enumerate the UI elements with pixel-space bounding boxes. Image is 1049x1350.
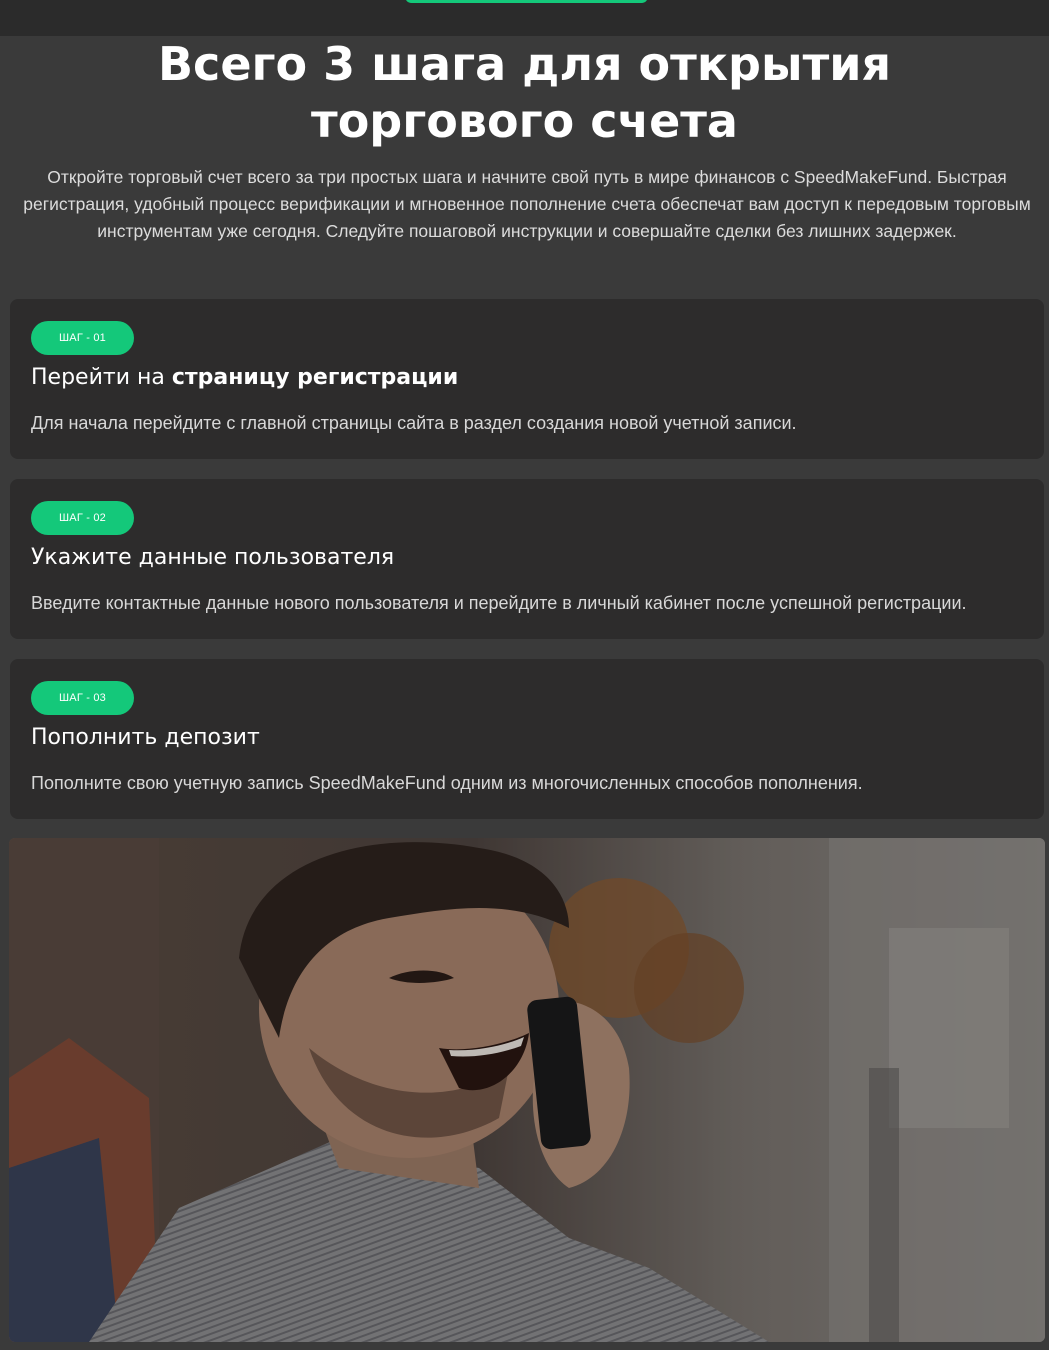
step-title-regular: Укажите данные пользователя: [31, 545, 395, 570]
step-title: Перейти на страницу регистрации: [31, 363, 458, 393]
man-on-phone-photo: [9, 838, 1045, 1342]
step-title-regular: Перейти на: [31, 365, 172, 390]
step-title: Укажите данные пользователя: [31, 543, 394, 573]
header-cta-button[interactable]: [405, 0, 648, 3]
top-header-strip: [0, 0, 1049, 36]
step-card-1: ШАГ - 01 Перейти на страницу регистрации…: [10, 299, 1044, 459]
step-title-bold: страницу регистрации: [171, 365, 459, 390]
step-badge: ШАГ - 02: [31, 501, 134, 535]
step-badge: ШАГ - 03: [31, 681, 134, 715]
step-badge: ШАГ - 01: [31, 321, 134, 355]
step-title-regular: Пополнить депозит: [31, 725, 260, 750]
section-intro: Откройте торговый счет всего за три прос…: [23, 167, 1031, 241]
step-card-2: ШАГ - 02 Укажите данные пользователя Вве…: [10, 479, 1044, 639]
section-title: Всего 3 шага для открытия торгового счет…: [0, 36, 1049, 150]
section-title-line2: торгового счета: [311, 94, 738, 148]
section-title-line1: Всего 3 шага для открытия: [157, 37, 891, 91]
step-text: Пополните свою учетную запись SpeedMakeF…: [31, 773, 863, 793]
step-text: Введите контактные данные нового пользов…: [31, 593, 967, 613]
step-title: Пополнить депозит: [31, 723, 260, 753]
step-card-3: ШАГ - 03 Пополнить депозит Пополните сво…: [10, 659, 1044, 819]
step-text: Для начала перейдите с главной страницы …: [31, 413, 797, 433]
